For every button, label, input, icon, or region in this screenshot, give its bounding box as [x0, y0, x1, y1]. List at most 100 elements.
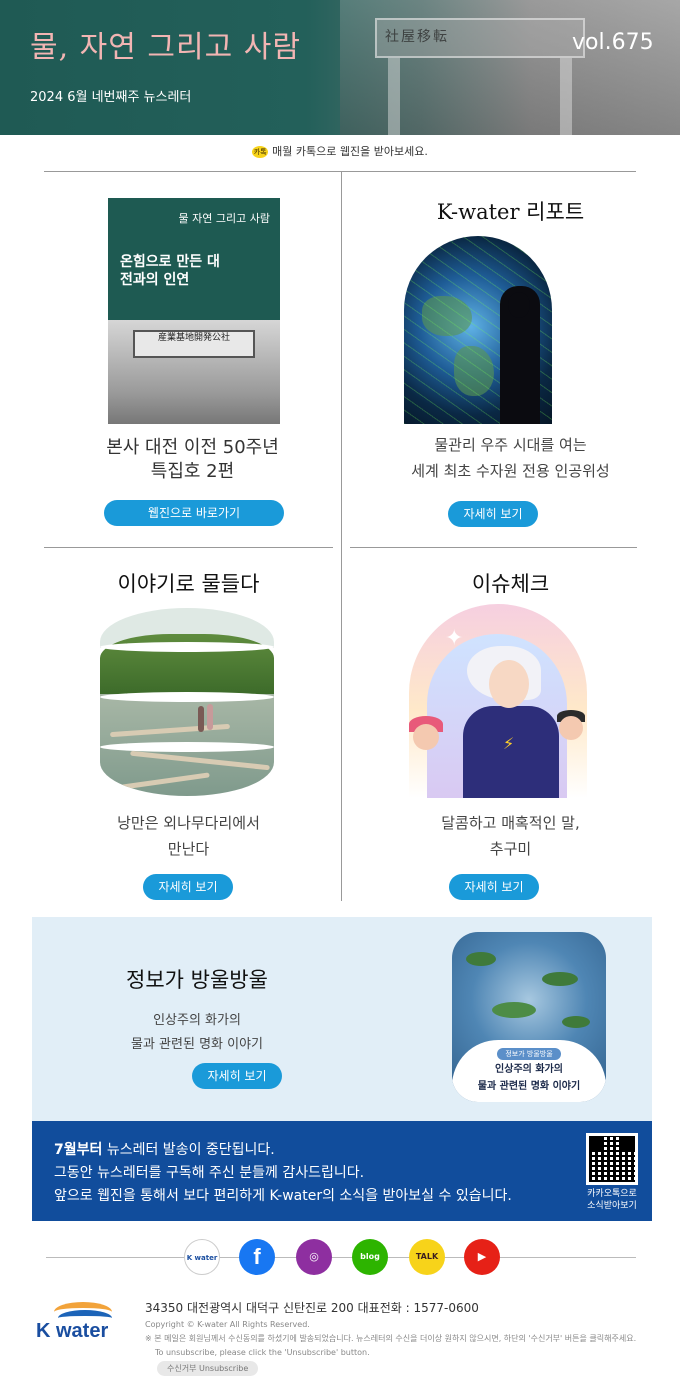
blog-icon[interactable]: blog	[352, 1239, 388, 1275]
newsletter-header: 社屋移転 물, 자연 그리고 사람 2024 6월 네번째주 뉴스레터 vol.…	[0, 0, 680, 135]
kakaotalk-icon: 카톡	[252, 146, 269, 158]
qr-label-line: 카카오톡으로	[587, 1189, 637, 1199]
kakao-subscribe-banner[interactable]: 카톡 매월 카톡으로 웹진을 받아보세요.	[0, 143, 680, 159]
photo-wave-cut	[100, 742, 274, 752]
gate-post	[560, 58, 572, 135]
footer-address: 34350 대전광역시 대덕구 신탄진로 200 대표전화 : 1577-060…	[145, 1301, 479, 1315]
photo-wave-cut	[100, 692, 274, 702]
service-end-notice: 7월부터 뉴스레터 발송이 중단됩니다. 그동안 뉴스레터를 구독해 주신 분들…	[32, 1121, 652, 1221]
notice-line: 7월부터 뉴스레터 발송이 중단됩니다.	[54, 1139, 512, 1162]
cover-gate-sign: 産業基地開発公社	[133, 330, 255, 358]
card-button-wrap: 자세히 보기	[449, 874, 539, 900]
read-more-button[interactable]: 자세히 보기	[448, 501, 538, 527]
kwater-logo[interactable]: K water	[36, 1302, 126, 1344]
silhouette-head	[508, 292, 530, 318]
card-button-wrap: 자세히 보기	[448, 501, 538, 527]
card-desc: 달콤하고 매혹적인 말, 추구미	[341, 810, 680, 862]
card-desc: 물관리 우주 시대를 여는 세계 최초 수자원 전용 인공위성	[341, 432, 680, 484]
notice-text: 7월부터 뉴스레터 발송이 중단됩니다. 그동안 뉴스레터를 구독해 주신 분들…	[54, 1139, 512, 1208]
read-more-button[interactable]: 자세히 보기	[192, 1063, 282, 1089]
footer-notice: ※ 본 메일은 회원님께서 수신동의를 하셨기에 발송되었습니다. 뉴스레터의 …	[145, 1334, 637, 1343]
notice-line: 앞으로 웹진을 통해서 보다 편리하게 K-water의 소식을 받아보실 수 …	[54, 1188, 512, 1204]
kakaotalk-icon[interactable]: TALK	[409, 1239, 445, 1275]
photo-person	[198, 706, 204, 732]
card-desc-line: 낭만은 외나무다리에서	[117, 814, 260, 832]
lily-pad	[542, 972, 578, 986]
read-more-button[interactable]: 자세히 보기	[143, 874, 233, 900]
divider	[341, 171, 342, 901]
card-desc-line: 본사 대전 이전 50주년	[106, 437, 279, 458]
sparkle-icon: ✦	[445, 626, 464, 651]
lily-pad	[466, 952, 496, 966]
info-title: 정보가 방울방울	[126, 968, 268, 992]
instagram-icon[interactable]: ◎	[296, 1239, 332, 1275]
notice-lead: 7월부터	[54, 1142, 103, 1158]
footer-copyright-block: Copyright © K-water All Rights Reserved.…	[145, 1318, 636, 1360]
card-desc-line: 추구미	[489, 840, 532, 858]
divider	[44, 547, 333, 548]
logo-text: K water	[36, 1320, 109, 1342]
photo-person	[207, 704, 213, 730]
notice-line: 그동안 뉴스레터를 구독해 주신 분들께 감사드립니다.	[54, 1165, 365, 1181]
card-issue-check: 이슈체크	[341, 568, 680, 598]
unsubscribe-button[interactable]: 수신거부 Unsubscribe	[157, 1361, 259, 1376]
info-desc-line: 물과 관련된 명화 이야기	[131, 1037, 263, 1052]
illustration-child	[559, 716, 583, 740]
newsletter-title: 물, 자연 그리고 사람	[30, 30, 301, 65]
card-title: K-water 리포트	[436, 200, 585, 224]
lily-pad	[562, 1016, 590, 1028]
header-gate-text: 社屋移転	[385, 29, 449, 45]
card-desc-line: 특집호 2편	[150, 461, 235, 482]
magazine-cover-image[interactable]: 물 자연 그리고 사람 온힘으로 만든 대전과의 인연 産業基地開発公社	[108, 198, 280, 424]
painting-caption-line: 인상주의 화가의	[495, 1064, 563, 1075]
card-story: 이야기로 물들다	[44, 568, 333, 598]
card-desc-line: 물관리 우주 시대를 여는	[434, 436, 587, 454]
divider	[44, 171, 636, 172]
notice-line-rest: 뉴스레터 발송이 중단됩니다.	[102, 1142, 275, 1158]
lightning-icon: ⚡	[503, 734, 515, 753]
qr-label: 카카오톡으로 소식받아보기	[576, 1188, 648, 1212]
illustration-face	[489, 660, 529, 708]
footer-copyright: Copyright © K-water All Rights Reserved.	[145, 1320, 310, 1329]
card-desc-line: 세계 최초 수자원 전용 인공위성	[411, 462, 610, 480]
info-desc-line: 인상주의 화가의	[153, 1013, 241, 1028]
cover-magazine-title: 물 자연 그리고 사람	[178, 212, 270, 225]
card-kwater-report: K-water 리포트	[341, 196, 680, 226]
cover-headline: 온힘으로 만든 대전과의 인연	[120, 254, 220, 288]
kakao-banner-text: 매월 카톡으로 웹진을 받아보세요.	[272, 145, 428, 158]
social-divider	[46, 1257, 636, 1258]
youtube-icon[interactable]: ▶	[464, 1239, 500, 1275]
satellite-globe-image[interactable]	[404, 236, 552, 424]
divider	[350, 547, 637, 548]
read-more-button[interactable]: 자세히 보기	[449, 874, 539, 900]
info-desc: 인상주의 화가의 물과 관련된 명화 이야기	[32, 1009, 362, 1057]
kwater-icon[interactable]: K water	[184, 1239, 220, 1275]
card-title: 이야기로 물들다	[117, 572, 260, 596]
issue-illustration[interactable]: ✦ ⚡	[409, 604, 587, 798]
facebook-icon[interactable]: f	[239, 1239, 275, 1275]
kakao-qr-code[interactable]	[586, 1133, 638, 1185]
photo-wave-cut	[100, 642, 274, 652]
gate-post	[388, 58, 400, 135]
lily-pad	[492, 1002, 536, 1018]
volume-number: vol.675	[572, 30, 654, 55]
card-button-wrap: 웹진으로 바로가기	[104, 500, 284, 526]
info-button-wrap: 자세히 보기	[192, 1063, 282, 1089]
webzine-link-button[interactable]: 웹진으로 바로가기	[104, 500, 284, 526]
log-bridge-photo[interactable]	[100, 608, 274, 796]
newsletter-subtitle: 2024 6월 네번째주 뉴스레터	[30, 90, 192, 105]
card-desc-line: 만난다	[167, 840, 210, 858]
card-button-wrap: 자세히 보기	[143, 874, 233, 900]
qr-pattern	[589, 1136, 635, 1182]
card-desc: 낭만은 외나무다리에서 만난다	[44, 810, 333, 862]
painting-caption-line: 물과 관련된 명화 이야기	[477, 1081, 581, 1092]
footer-notice-en: To unsubscribe, please click the 'Unsubs…	[155, 1348, 370, 1357]
card-desc-line: 달콤하고 매혹적인 말,	[441, 814, 580, 832]
water-lilies-painting-image[interactable]: 정보가 방울방울 인상주의 화가의 물과 관련된 명화 이야기	[452, 932, 606, 1102]
qr-label-line: 소식받아보기	[587, 1201, 637, 1211]
card-title: 이슈체크	[471, 572, 550, 596]
painting-tag: 정보가 방울방울	[497, 1048, 561, 1060]
card-special-issue: 본사 대전 이전 50주년 특집호 2편	[44, 436, 341, 484]
painting-caption-card: 정보가 방울방울 인상주의 화가의 물과 관련된 명화 이야기	[452, 1040, 606, 1102]
illustration-child	[413, 724, 439, 750]
